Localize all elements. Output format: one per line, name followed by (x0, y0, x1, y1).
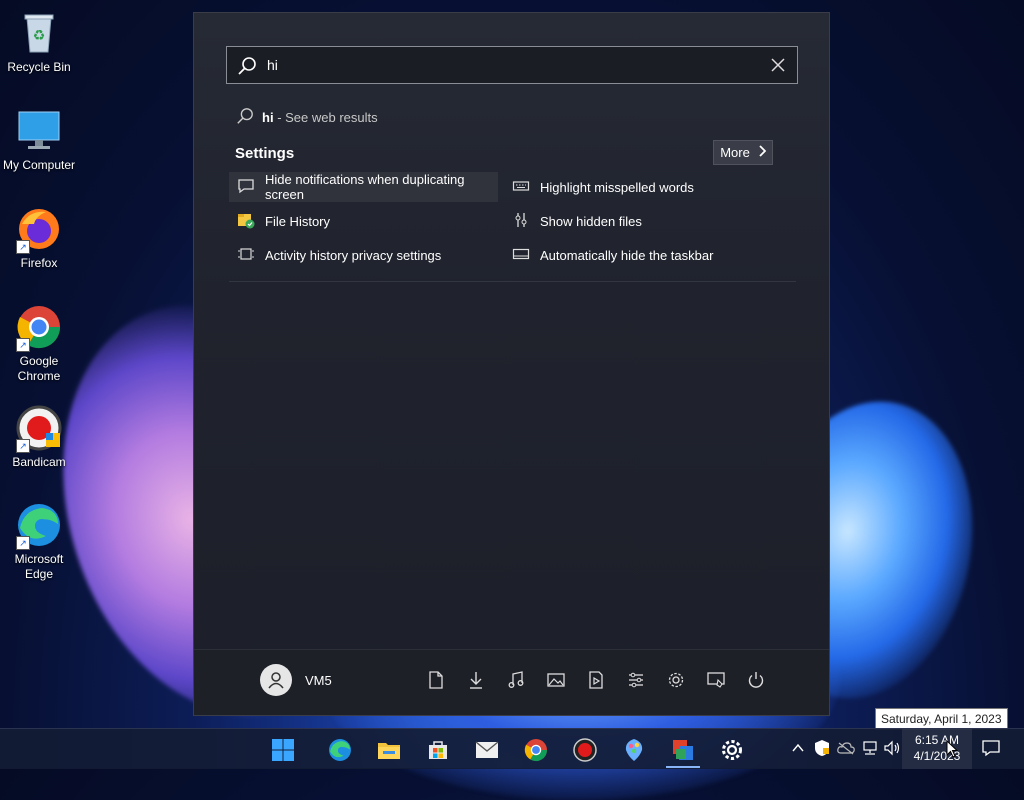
result-auto-hide-taskbar[interactable]: Automatically hide the taskbar (504, 240, 784, 270)
power-icon[interactable] (746, 669, 766, 691)
svg-text:♻: ♻ (33, 27, 46, 43)
more-label: More (720, 145, 750, 160)
web-results-suffix: - See web results (277, 109, 378, 125)
shortcut-arrow-icon: ↗ (16, 536, 30, 550)
user-name: VM5 (305, 672, 332, 688)
start-icon[interactable] (270, 737, 296, 763)
security-icon[interactable] (813, 739, 831, 757)
shortcut-arrow-icon: ↗ (16, 439, 30, 453)
chrome-icon: ↗ (16, 304, 62, 352)
documents-icon[interactable] (426, 669, 446, 691)
quick-links (426, 669, 766, 691)
settings-heading: Settings (235, 145, 295, 162)
start-search-panel: hi hi - See web results Settings More Hi… (193, 12, 830, 716)
shortcut-arrow-icon: ↗ (16, 338, 30, 352)
network-settings-icon[interactable] (626, 669, 646, 691)
volume-icon[interactable] (884, 739, 902, 757)
clear-search-icon[interactable] (769, 56, 787, 74)
keyboard-icon (512, 177, 530, 198)
network-icon[interactable] (861, 739, 879, 757)
taskbar: 6:15 AM 4/1/2023 (0, 728, 1024, 769)
onedrive-icon[interactable] (837, 739, 855, 757)
settings-icon[interactable] (719, 737, 745, 763)
bandicam-icon[interactable] (572, 737, 598, 763)
activity-history-icon (237, 245, 255, 266)
notification-icon (237, 177, 255, 198)
taskbar-icon (512, 245, 530, 266)
desktop-icon-firefox[interactable]: ↗ Firefox (0, 206, 78, 271)
clock-time: 6:15 AM (914, 733, 960, 747)
result-highlight-misspelled[interactable]: Highlight misspelled words (504, 172, 784, 202)
result-show-hidden-files[interactable]: Show hidden files (504, 206, 784, 236)
settings-icon[interactable] (666, 669, 686, 691)
desktop-icon-microsoft-edge[interactable]: ↗ Microsoft Edge (0, 502, 78, 582)
search-input[interactable]: hi (226, 46, 798, 84)
file-explorer-icon[interactable] (376, 737, 402, 763)
music-icon[interactable] (506, 669, 526, 691)
result-activity-history[interactable]: Activity history privacy settings (229, 240, 498, 270)
hidden-files-icon (512, 211, 530, 232)
mouse-cursor-icon (946, 739, 959, 763)
bandicam-icon: ↗ (16, 405, 62, 453)
personalization-icon[interactable] (706, 669, 726, 691)
clock[interactable]: 6:15 AM 4/1/2023 (904, 732, 970, 764)
pictures-icon[interactable] (546, 669, 566, 691)
desktop-icon-bandicam[interactable]: ↗ Bandicam (0, 405, 78, 470)
paint-icon[interactable] (621, 737, 647, 763)
edge-icon: ↗ (16, 502, 62, 550)
user-account-button[interactable]: VM5 (260, 664, 332, 696)
web-query-text: hi (262, 109, 274, 125)
monitor-icon (16, 108, 62, 154)
chrome-icon[interactable] (523, 737, 549, 763)
edge-icon[interactable] (327, 737, 353, 763)
result-file-history[interactable]: File History (229, 206, 498, 236)
firefox-icon: ↗ (16, 206, 62, 254)
clock-date: 4/1/2023 (913, 749, 961, 763)
recycle-bin-icon: ♻ (16, 10, 62, 56)
shortcut-arrow-icon: ↗ (16, 240, 30, 254)
chevron-up-icon[interactable] (789, 739, 807, 757)
result-label: File History (265, 213, 331, 229)
search-icon (237, 56, 257, 81)
result-hide-notifications[interactable]: Hide notifications when duplicating scre… (229, 172, 498, 202)
result-label: Highlight misspelled words (540, 179, 694, 195)
search-query-text: hi (267, 57, 278, 73)
avatar (260, 664, 292, 696)
store-icon[interactable] (425, 737, 451, 763)
desktop-icon-recycle-bin[interactable]: ♻ Recycle Bin (0, 10, 78, 75)
desktop-icon-google-chrome[interactable]: ↗ Google Chrome (0, 304, 78, 384)
chevron-right-icon (758, 145, 767, 160)
mail-icon[interactable] (474, 737, 500, 763)
web-results-link[interactable]: hi - See web results (236, 107, 378, 127)
videos-icon[interactable] (586, 669, 606, 691)
result-label: Automatically hide the taskbar (540, 247, 714, 263)
results-divider (229, 281, 796, 282)
notification-center-icon[interactable] (982, 739, 1000, 762)
file-history-icon (237, 211, 255, 232)
start-footer: VM5 (194, 649, 829, 715)
downloads-icon[interactable] (466, 669, 486, 691)
date-tooltip: Saturday, April 1, 2023 (875, 708, 1008, 730)
result-label: Hide notifications when duplicating scre… (265, 172, 465, 202)
search-icon (236, 107, 254, 128)
office-icon[interactable] (670, 737, 696, 763)
desktop-icon-my-computer[interactable]: My Computer (0, 108, 78, 173)
result-label: Activity history privacy settings (265, 247, 442, 263)
result-label: Show hidden files (540, 213, 642, 229)
more-button[interactable]: More (713, 140, 773, 165)
